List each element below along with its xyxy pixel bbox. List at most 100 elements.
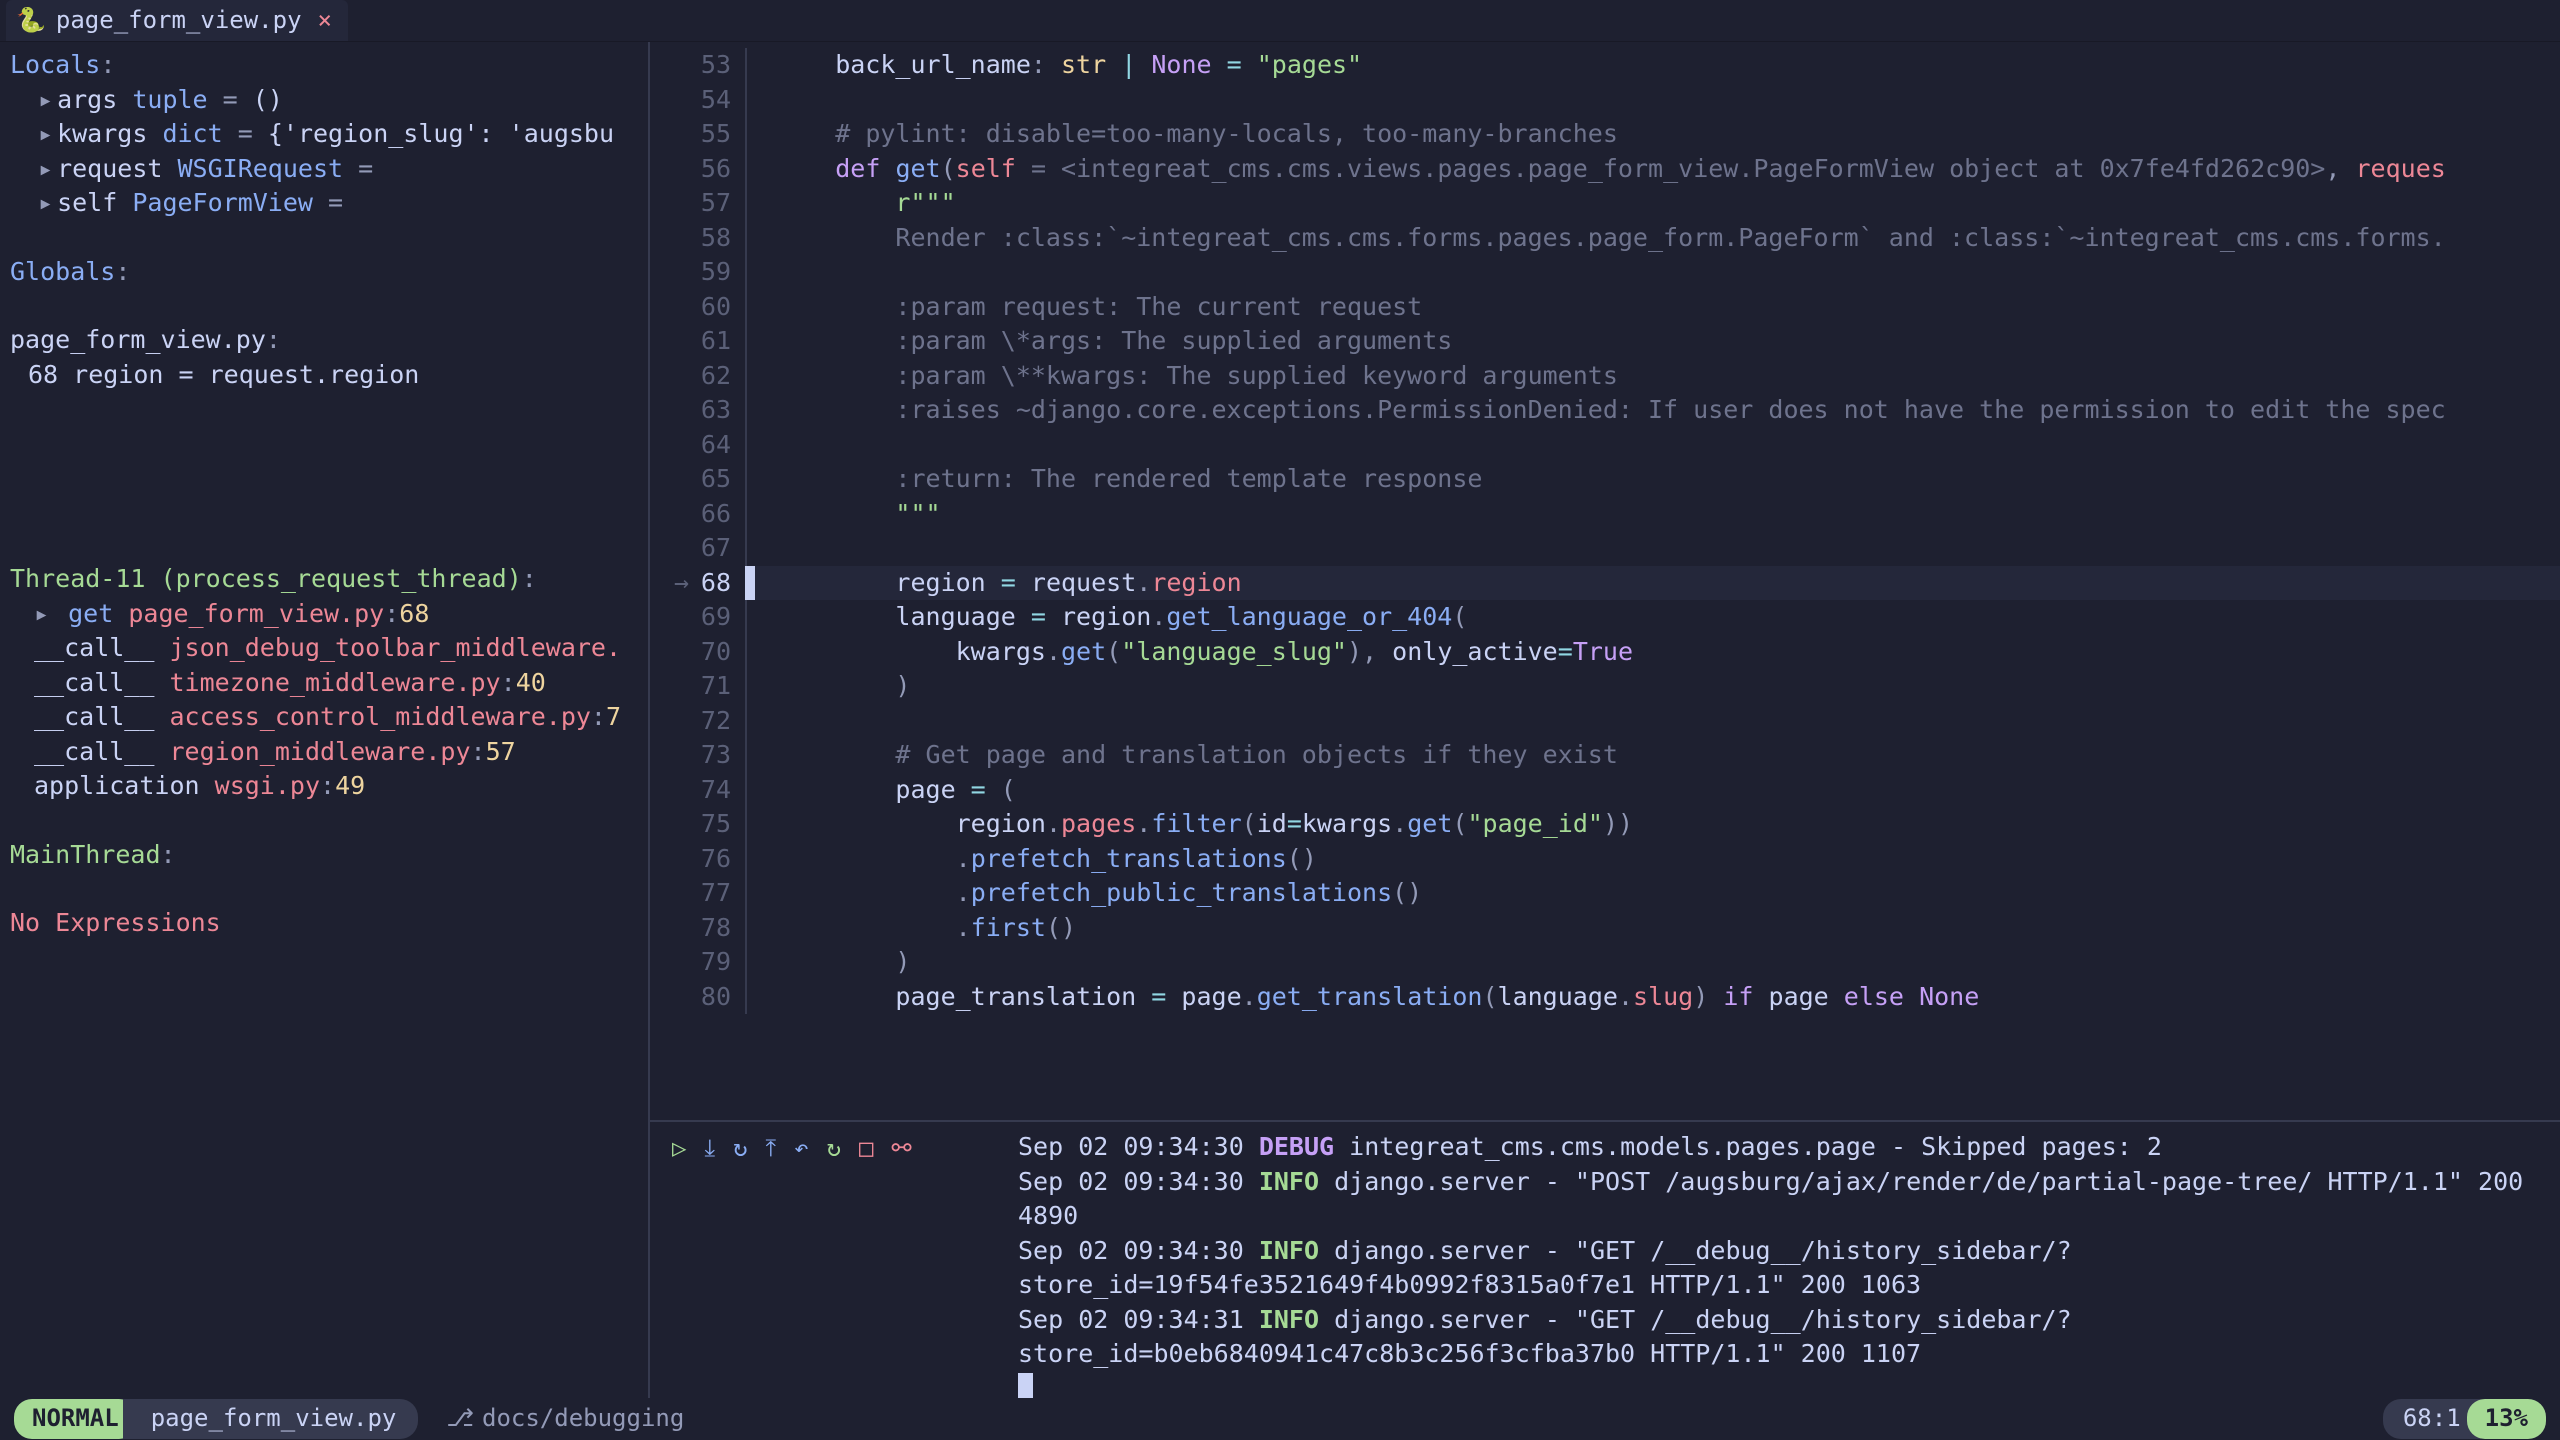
local-variable[interactable]: ▸self PageFormView = [10, 186, 638, 221]
expand-icon[interactable]: ▸ [38, 154, 53, 183]
line-number[interactable]: 54 [701, 83, 731, 118]
code-line[interactable]: :param \*args: The supplied arguments [745, 324, 2560, 359]
line-number[interactable]: 57 [701, 186, 731, 221]
status-line: NORMAL page_form_view.py ⎇ docs/debuggin… [0, 1398, 2560, 1440]
code-line[interactable]: """ [745, 497, 2560, 532]
code-line[interactable]: language = region.get_language_or_404( [745, 600, 2560, 635]
code-line[interactable]: .first() [745, 911, 2560, 946]
vim-mode: NORMAL [14, 1399, 137, 1438]
breakpoint-arrow-icon: → [674, 566, 689, 601]
code-line[interactable]: kwargs.get("language_slug"), only_active… [745, 635, 2560, 670]
line-number[interactable]: 68 [701, 566, 731, 601]
line-number[interactable]: 70 [701, 635, 731, 670]
code-line[interactable]: :raises ~django.core.exceptions.Permissi… [745, 393, 2560, 428]
scroll-percent: 13% [2467, 1399, 2546, 1438]
no-expressions: No Expressions [10, 906, 638, 941]
code-line[interactable]: region.pages.filter(id=kwargs.get("page_… [745, 807, 2560, 842]
line-number[interactable]: 55 [701, 117, 731, 152]
debug-console[interactable]: Sep 02 09:34:30 DEBUG integreat_cms.cms.… [1008, 1122, 2560, 1398]
console-cursor [1018, 1373, 1033, 1399]
local-variable[interactable]: ▸kwargs dict = {'region_slug': 'augsbu [10, 117, 638, 152]
line-number[interactable]: 79 [701, 945, 731, 980]
line-number[interactable]: 72 [701, 704, 731, 739]
line-number[interactable]: 58 [701, 221, 731, 256]
continue-icon[interactable]: ▷ [672, 1132, 686, 1165]
code-line[interactable]: .prefetch_translations() [745, 842, 2560, 877]
stack-frame[interactable]: __call__ access_control_middleware.py:7 [10, 700, 638, 735]
line-number[interactable]: 59 [701, 255, 731, 290]
expand-icon[interactable]: ▸ [38, 188, 53, 217]
code-line[interactable] [745, 531, 2560, 566]
line-number[interactable]: 71 [701, 669, 731, 704]
stack-frame[interactable]: __call__ timezone_middleware.py:40 [10, 666, 638, 701]
stop-icon[interactable]: □ [859, 1132, 873, 1165]
log-line: Sep 02 09:34:30 DEBUG integreat_cms.cms.… [1018, 1130, 2550, 1165]
disconnect-icon[interactable]: ⚯ [891, 1132, 911, 1165]
code-line[interactable] [745, 428, 2560, 463]
code-line[interactable]: back_url_name: str | None = "pages" [745, 48, 2560, 83]
code-line[interactable]: def get(self = <integreat_cms.cms.views.… [745, 152, 2560, 187]
line-number[interactable]: 69 [701, 600, 731, 635]
expand-icon[interactable]: ▸ [34, 599, 49, 628]
line-number[interactable]: 78 [701, 911, 731, 946]
step-over-icon[interactable]: ↻ [733, 1132, 747, 1165]
code-line[interactable]: ) [745, 945, 2560, 980]
code-line[interactable]: r""" [745, 186, 2560, 221]
line-number[interactable]: 76 [701, 842, 731, 877]
line-number[interactable]: 75 [701, 807, 731, 842]
line-number[interactable]: 53 [701, 48, 731, 83]
stack-frame[interactable]: application wsgi.py:49 [10, 769, 638, 804]
line-number[interactable]: 64 [701, 428, 731, 463]
code-line[interactable]: region = request.region [745, 566, 2560, 601]
code-line[interactable] [745, 83, 2560, 118]
debug-sidebar: Locals: ▸args tuple = ()▸kwargs dict = {… [0, 42, 650, 1398]
log-line: Sep 02 09:34:30 INFO django.server - "GE… [1018, 1234, 2550, 1303]
step-out-icon[interactable]: ⤒ [766, 1132, 777, 1165]
line-number[interactable]: 74 [701, 773, 731, 808]
local-variable[interactable]: ▸request WSGIRequest = [10, 152, 638, 187]
line-number[interactable]: 61 [701, 324, 731, 359]
step-back-icon[interactable]: ↶ [794, 1132, 808, 1165]
code-line[interactable]: :param \**kwargs: The supplied keyword a… [745, 359, 2560, 394]
restart-icon[interactable]: ↻ [827, 1132, 841, 1165]
step-into-icon[interactable]: ⤓ [704, 1132, 715, 1165]
tab-close-icon[interactable]: × [318, 4, 332, 37]
expand-icon[interactable]: ▸ [38, 85, 53, 114]
code-line[interactable] [745, 704, 2560, 739]
code-line[interactable]: ) [745, 669, 2560, 704]
code-line[interactable]: # pylint: disable=too-many-locals, too-m… [745, 117, 2560, 152]
code-editor[interactable]: 535455565758596061626364656667→686970717… [650, 42, 2560, 1120]
line-number[interactable]: 66 [701, 497, 731, 532]
line-number[interactable]: 63 [701, 393, 731, 428]
globals-file: page_form_view.py [10, 325, 266, 354]
tab-bar: 🐍 page_form_view.py × [0, 0, 2560, 42]
line-number[interactable]: 60 [701, 290, 731, 325]
line-number[interactable]: 65 [701, 462, 731, 497]
code-line[interactable]: .prefetch_public_translations() [745, 876, 2560, 911]
cursor-position: 68:1 [2383, 1399, 2481, 1438]
stack-frame[interactable]: __call__ region_middleware.py:57 [10, 735, 638, 770]
globals-line: 68 region = request.region [28, 358, 638, 393]
line-number[interactable]: 62 [701, 359, 731, 394]
code-line[interactable]: # Get page and translation objects if th… [745, 738, 2560, 773]
line-number[interactable]: 73 [701, 738, 731, 773]
line-number[interactable]: 80 [701, 980, 731, 1015]
local-variable[interactable]: ▸args tuple = () [10, 83, 638, 118]
code-line[interactable]: page_translation = page.get_translation(… [745, 980, 2560, 1015]
code-line[interactable]: :return: The rendered template response [745, 462, 2560, 497]
expand-icon[interactable]: ▸ [38, 119, 53, 148]
stack-frame[interactable]: __call__ json_debug_toolbar_middleware. [10, 631, 638, 666]
locals-header: Locals [10, 50, 100, 79]
editor-tab[interactable]: 🐍 page_form_view.py × [6, 0, 348, 41]
git-branch: docs/debugging [482, 1402, 684, 1435]
code-line[interactable] [745, 255, 2560, 290]
code-line[interactable]: page = ( [745, 773, 2560, 808]
globals-header: Globals [10, 257, 115, 286]
stack-frame[interactable]: ▸ get page_form_view.py:68 [10, 597, 638, 632]
code-line[interactable]: :param request: The current request [745, 290, 2560, 325]
line-number[interactable]: 77 [701, 876, 731, 911]
line-number[interactable]: 56 [701, 152, 731, 187]
log-line: Sep 02 09:34:31 INFO django.server - "GE… [1018, 1303, 2550, 1372]
line-number[interactable]: 67 [701, 531, 731, 566]
code-line[interactable]: Render :class:`~integreat_cms.cms.forms.… [745, 221, 2560, 256]
